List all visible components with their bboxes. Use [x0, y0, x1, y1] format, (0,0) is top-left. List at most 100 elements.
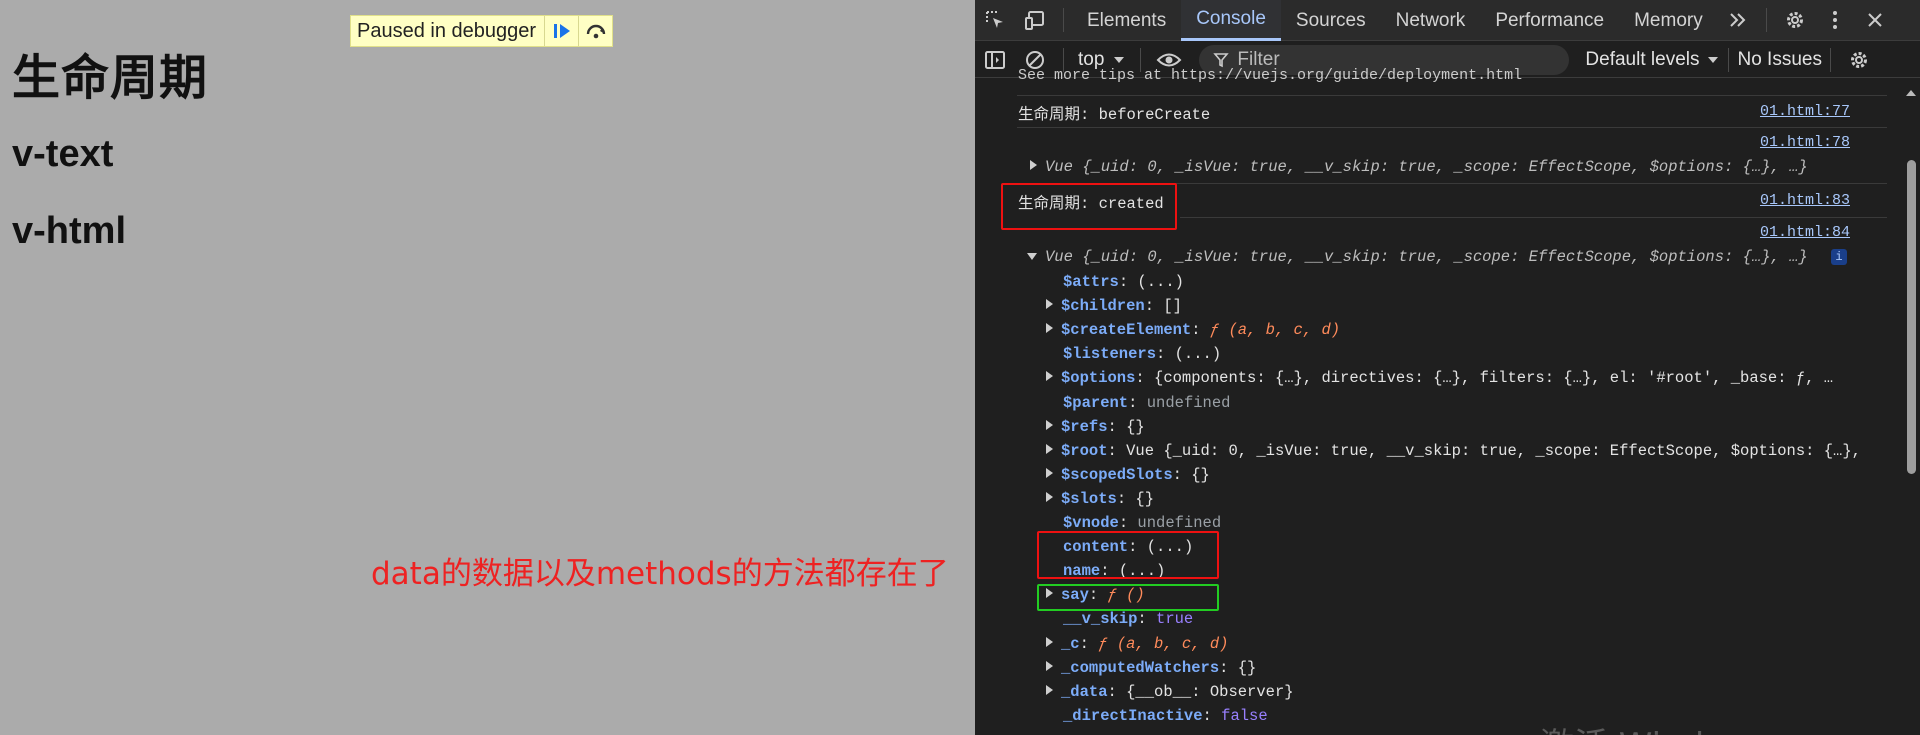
kebab-menu-icon [1832, 11, 1837, 29]
log-before-create: 生命周期: beforeCreate [1018, 106, 1211, 124]
v-html-line: v-html [12, 210, 126, 252]
property-colon: : [1144, 297, 1164, 316]
property-colon: : [1156, 345, 1175, 364]
property-colon: : [1118, 273, 1138, 291]
object-property-row[interactable]: $createElement: ƒ (a, b, c, d) [1046, 321, 1340, 339]
tab-console[interactable]: Console [1181, 0, 1281, 41]
inspect-element-icon [986, 11, 1003, 28]
close-devtools-button[interactable] [1855, 0, 1895, 41]
console-settings-button[interactable] [1839, 39, 1879, 80]
log-levels-label: Default levels [1585, 48, 1700, 70]
divider [1017, 95, 1887, 96]
property-key: $scopedSlots [1061, 465, 1173, 484]
tab-separator [1063, 8, 1064, 32]
object-property-row: _directInactive: false [1063, 707, 1268, 725]
gear-icon [1786, 12, 1803, 28]
property-colon: : [1118, 514, 1138, 532]
resume-icon [553, 24, 570, 38]
step-over-button[interactable] [578, 16, 612, 46]
divider [1017, 127, 1887, 128]
property-value: true [1156, 610, 1194, 629]
device-toggle-icon [1025, 11, 1044, 30]
paused-label: Paused in debugger [357, 20, 537, 42]
inspect-element-button[interactable] [975, 0, 1015, 41]
property-colon: : [1202, 706, 1222, 725]
property-key: __v_skip [1063, 610, 1138, 629]
log-levels-dropdown[interactable]: Default levels [1585, 49, 1720, 71]
collapse-arrow-icon [1027, 253, 1037, 260]
page-heading: 生命周期 [12, 50, 209, 106]
scrollbar-thumb[interactable] [1907, 160, 1916, 474]
issues-button[interactable]: No Issues [1737, 49, 1821, 71]
vue-object-expanded[interactable]: Vue {_uid: 0, _isVue: true, __v_skip: tr… [1027, 248, 1808, 266]
tab-performance[interactable]: Performance [1480, 0, 1619, 41]
tab-elements[interactable]: Elements [1072, 0, 1181, 41]
tab-network[interactable]: Network [1381, 0, 1481, 41]
console-output: See more tips at https://vuejs.org/guide… [975, 67, 1920, 735]
sidebar-toggle-button[interactable] [975, 39, 1015, 80]
toolbar-separator [1728, 47, 1730, 72]
property-value: {__ob__: Observer} [1126, 682, 1294, 701]
customize-menu-button[interactable] [1815, 0, 1855, 41]
divider [1180, 217, 1887, 218]
property-value: ƒ (a, b, c, d) [1098, 634, 1229, 653]
object-property-row[interactable]: $slots: {} [1046, 490, 1154, 508]
expand-arrow-icon [1046, 299, 1053, 310]
tab-separator [1765, 8, 1767, 32]
property-colon: : [1137, 610, 1157, 629]
devtools-tab-bar: Elements Console Sources Network Perform… [975, 0, 1920, 41]
source-link[interactable]: 01.html:77 [1760, 103, 1850, 120]
property-value: [] [1163, 297, 1182, 316]
property-value: {components: {…}, directives: {…}, filte… [1154, 369, 1834, 388]
object-property-row: __v_skip: true [1063, 610, 1193, 628]
property-value: undefined [1146, 393, 1231, 412]
more-tabs-button[interactable] [1718, 0, 1758, 41]
object-property-row[interactable]: $options: {components: {…}, directives: … [1046, 369, 1833, 387]
toolbar-separator [1829, 47, 1831, 72]
tab-sources[interactable]: Sources [1281, 0, 1381, 41]
source-link[interactable]: 01.html:83 [1760, 192, 1850, 209]
property-value: false [1221, 706, 1268, 725]
object-property-row[interactable]: $scopedSlots: {} [1046, 466, 1210, 484]
expand-arrow-icon [1046, 371, 1053, 382]
tab-memory[interactable]: Memory [1619, 0, 1718, 41]
property-colon: : [1135, 369, 1155, 388]
settings-button[interactable] [1775, 0, 1815, 41]
expand-arrow-icon [1046, 684, 1053, 695]
object-property-row[interactable]: _computedWatchers: {} [1046, 659, 1256, 677]
gear-icon [1850, 51, 1867, 68]
step-over-icon [586, 24, 605, 39]
property-key: _directInactive [1063, 706, 1203, 725]
property-key: $listeners [1063, 345, 1157, 364]
v-text-line: v-text [12, 133, 114, 175]
source-link[interactable]: 01.html:78 [1760, 134, 1850, 151]
info-badge-icon[interactable]: i [1831, 249, 1847, 265]
object-property-row[interactable]: _c: ƒ (a, b, c, d) [1046, 635, 1228, 653]
expand-arrow-icon [1046, 660, 1053, 671]
property-value: {} [1135, 489, 1155, 508]
paused-in-debugger-banner: Paused in debugger [350, 15, 614, 47]
property-colon: : [1116, 489, 1136, 508]
console-scrollbar[interactable] [1904, 84, 1918, 735]
red-annotation-text: data的数据以及methods的方法都存在了 [371, 556, 949, 592]
property-key: $refs [1061, 417, 1108, 436]
source-link[interactable]: 01.html:84 [1760, 224, 1850, 241]
property-value: (...) [1174, 345, 1222, 364]
vue-object-collapsed[interactable]: Vue {_uid: 0, _isVue: true, __v_skip: tr… [1030, 158, 1808, 176]
property-key: $root [1061, 441, 1108, 460]
property-key: $parent [1063, 393, 1129, 412]
resume-button[interactable] [544, 16, 578, 46]
property-key: $options [1061, 369, 1136, 388]
object-property-row[interactable]: $root: Vue {_uid: 0, _isVue: true, __v_s… [1046, 442, 1861, 460]
windows-activation-watermark: 激活 Windows [1540, 718, 1771, 735]
property-colon: : [1079, 634, 1099, 653]
object-property-row[interactable]: $children: [] [1046, 297, 1182, 315]
object-property-row[interactable]: _data: {__ob__: Observer} [1046, 683, 1294, 701]
sidebar-icon [985, 50, 1005, 69]
property-colon: : [1191, 321, 1210, 340]
object-property-row[interactable]: $refs: {} [1046, 418, 1145, 436]
object-property-row: $attrs: (...) [1063, 273, 1184, 291]
device-toolbar-button[interactable] [1015, 0, 1055, 41]
property-key: $attrs [1063, 273, 1119, 291]
devtools-panel: Elements Console Sources Network Perform… [975, 0, 1920, 735]
